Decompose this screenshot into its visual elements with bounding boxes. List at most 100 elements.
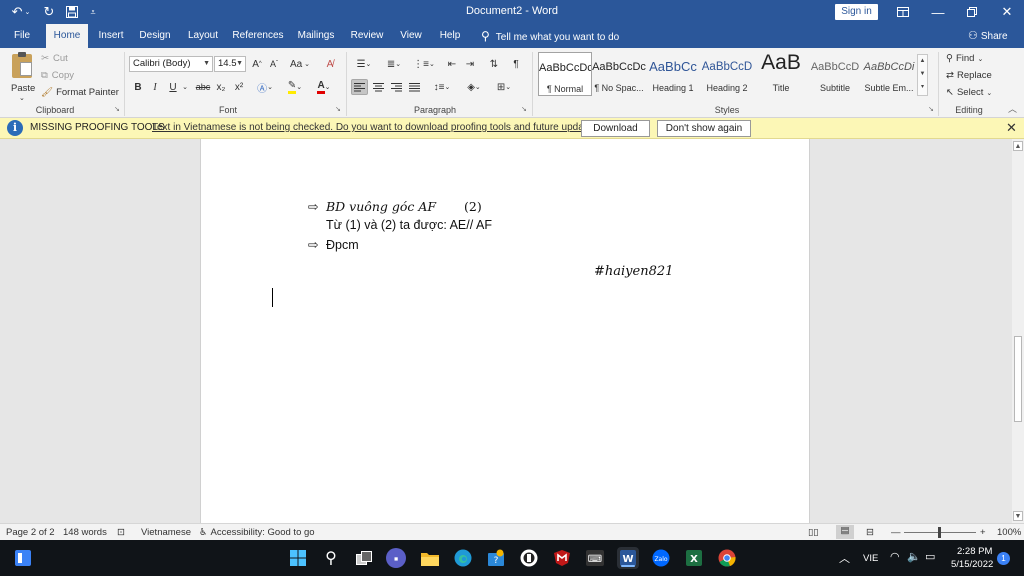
zoom-slider-thumb[interactable]	[938, 527, 941, 538]
scroll-thumb[interactable]	[1014, 336, 1022, 422]
message-link[interactable]: Text in Vietnamese is not being checked.…	[152, 122, 603, 133]
style-subtitle[interactable]: AaBbCcD Subtitle	[808, 52, 862, 96]
italic-button[interactable]: I	[148, 79, 162, 95]
style-heading-2[interactable]: AaBbCcD Heading 2	[700, 52, 754, 96]
tab-home[interactable]: Home	[46, 24, 88, 48]
notification-badge[interactable]: 1	[997, 552, 1010, 565]
grow-font-icon[interactable]: A ^	[250, 56, 264, 72]
wifi-icon[interactable]: ◠	[890, 550, 900, 563]
sign-in-button[interactable]: Sign in	[835, 4, 878, 20]
mcafee-icon[interactable]	[551, 547, 573, 569]
page-count[interactable]: Page 2 of 2	[6, 527, 55, 538]
font-name-combo[interactable]: Calibri (Body) ▼	[129, 56, 213, 72]
font-launcher-icon[interactable]: ↘	[335, 106, 343, 114]
clear-formatting-icon[interactable]: A̸	[322, 56, 338, 72]
underline-button[interactable]: U	[166, 79, 180, 95]
volume-icon[interactable]: 🔈	[907, 550, 921, 563]
strikethrough-button[interactable]: abc	[195, 79, 211, 95]
style-normal[interactable]: AaBbCcDc ¶ Normal	[538, 52, 592, 96]
highlight-color-icon[interactable]: ✎ ⌄	[283, 79, 307, 95]
style-no-spacing[interactable]: AaBbCcDc ¶ No Spac...	[592, 52, 646, 96]
excel-icon[interactable]: X	[683, 547, 705, 569]
borders-icon[interactable]: ⊞ ⌄	[492, 79, 516, 95]
read-mode-icon[interactable]: ▯▯	[808, 527, 818, 538]
collapse-ribbon-icon[interactable]: ︿	[1008, 105, 1017, 114]
paragraph-launcher-icon[interactable]: ↘	[521, 106, 529, 114]
edge-icon[interactable]	[452, 547, 474, 569]
app-circle-icon[interactable]	[518, 547, 540, 569]
share-button[interactable]: ⚇ Share	[968, 24, 1008, 48]
file-explorer-icon[interactable]	[419, 547, 441, 569]
show-formatting-icon[interactable]: ¶	[508, 56, 524, 72]
show-hidden-icons[interactable]: ︿	[839, 550, 850, 566]
tab-design[interactable]: Design	[137, 24, 173, 48]
zalo-icon[interactable]: Zalo	[650, 547, 672, 569]
paste-dropdown-icon[interactable]: ⌄	[19, 94, 25, 102]
underline-dropdown-icon[interactable]: ⌄	[181, 79, 189, 95]
format-painter-button[interactable]: 🖌 Format Painter	[41, 87, 119, 98]
teams-chat-icon[interactable]: ▪	[386, 548, 406, 568]
tab-references[interactable]: References	[232, 24, 284, 48]
copy-button[interactable]: ⧉ Copy	[41, 70, 74, 81]
minimize-icon[interactable]: —	[921, 0, 955, 24]
chevron-down-icon[interactable]: ▼	[918, 68, 927, 81]
select-button[interactable]: ↖ Select ⌄	[946, 87, 992, 98]
clock-time[interactable]: 2:28 PM	[957, 546, 992, 557]
replace-button[interactable]: ⇄ Replace	[946, 70, 992, 81]
zoom-in-icon[interactable]: +	[980, 527, 986, 538]
subscript-button[interactable]: x₂	[214, 79, 228, 95]
styles-launcher-icon[interactable]: ↘	[928, 106, 936, 114]
shrink-font-icon[interactable]: Aˇ	[267, 56, 281, 72]
chevron-up-icon[interactable]: ▲	[918, 55, 927, 68]
tab-help[interactable]: Help	[436, 24, 464, 48]
dont-show-again-button[interactable]: Don't show again	[657, 120, 751, 137]
widgets-icon[interactable]	[12, 547, 34, 569]
word-count[interactable]: 148 words	[63, 527, 107, 538]
task-view-icon[interactable]	[353, 547, 375, 569]
accessibility-status[interactable]: ♿ Accessibility: Good to go	[199, 527, 315, 538]
search-icon[interactable]: ⚲	[320, 547, 342, 569]
tab-mailings[interactable]: Mailings	[296, 24, 336, 48]
store-icon[interactable]: ?	[485, 547, 507, 569]
print-layout-icon[interactable]: ▤	[836, 525, 854, 539]
scroll-up-icon[interactable]: ▲	[1013, 141, 1023, 151]
bold-button[interactable]: B	[131, 79, 145, 95]
styles-scroll[interactable]: ▲ ▼ ▾	[917, 54, 928, 96]
decrease-indent-icon[interactable]: ⇤	[444, 56, 460, 72]
document-page[interactable]: ⇨ BD vuông góc AF (2) Từ (1) và (2) ta đượ…	[200, 139, 810, 523]
multilevel-list-icon[interactable]: ⋮≡ ⌄	[412, 56, 436, 72]
numbering-icon[interactable]: ≣ ⌄	[382, 56, 406, 72]
tab-layout[interactable]: Layout	[184, 24, 222, 48]
increase-indent-icon[interactable]: ⇥	[462, 56, 478, 72]
change-case-button[interactable]: Aa ⌄	[289, 56, 311, 72]
style-heading-1[interactable]: AaBbCc Heading 1	[646, 52, 700, 96]
sort-icon[interactable]: ⇅	[486, 56, 502, 72]
tab-view[interactable]: View	[397, 24, 425, 48]
chrome-icon[interactable]	[716, 547, 738, 569]
close-icon[interactable]: ✕	[990, 0, 1024, 24]
bullets-icon[interactable]: ☰ ⌄	[352, 56, 376, 72]
start-menu-icon[interactable]	[287, 547, 309, 569]
font-color-icon[interactable]: A ⌄	[312, 79, 336, 95]
word-taskbar-icon[interactable]: W	[617, 547, 639, 569]
font-size-combo[interactable]: 14.5 ▼	[214, 56, 246, 72]
tab-insert[interactable]: Insert	[94, 24, 128, 48]
download-button[interactable]: Download	[581, 120, 650, 137]
line-spacing-icon[interactable]: ↕≡ ⌄	[430, 79, 454, 95]
battery-icon[interactable]: ▭	[925, 550, 935, 563]
tell-me-search[interactable]: ⚲ Tell me what you want to do	[481, 24, 619, 48]
proofing-icon[interactable]: ⊡	[117, 527, 125, 538]
text-effects-icon[interactable]: Ⓐ ⌄	[254, 79, 276, 95]
web-layout-icon[interactable]: ⊟	[866, 527, 874, 538]
tab-file[interactable]: File	[6, 24, 38, 48]
align-left-icon[interactable]	[351, 79, 368, 95]
align-center-icon[interactable]	[370, 79, 386, 95]
cut-button[interactable]: ✂ Cut	[41, 53, 68, 64]
style-subtle-emphasis[interactable]: AaBbCcDi Subtle Em...	[862, 52, 916, 96]
clock-date[interactable]: 5/15/2022	[951, 559, 993, 570]
find-button[interactable]: ⚲ Find ⌄	[946, 53, 983, 64]
align-right-icon[interactable]	[388, 79, 404, 95]
restore-icon[interactable]	[955, 0, 989, 24]
terminal-app-icon[interactable]: ⌨	[584, 547, 606, 569]
paste-button[interactable]: Paste ⌄	[8, 52, 36, 102]
